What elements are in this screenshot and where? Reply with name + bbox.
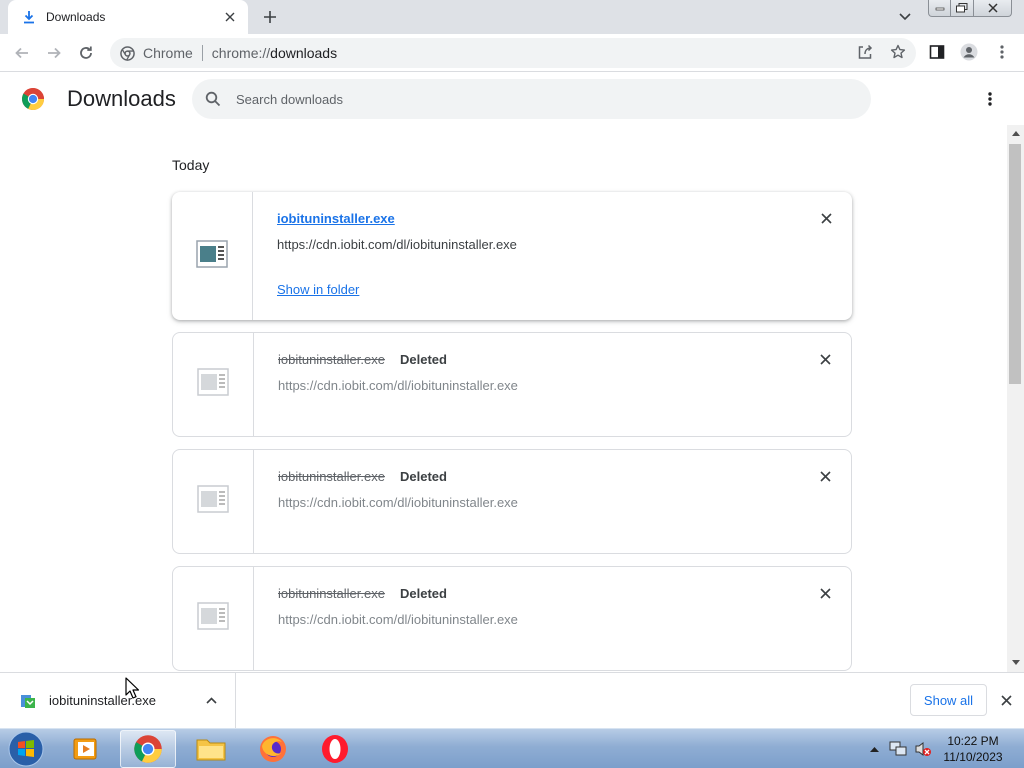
- tray-expand-arrow-icon[interactable]: [868, 743, 880, 755]
- downloads-list: Today iobituninstaller.exe https://cdn.i…: [0, 125, 1007, 672]
- tab-title: Downloads: [46, 10, 106, 24]
- file-name: iobituninstaller.exe: [278, 586, 385, 601]
- file-name: iobituninstaller.exe: [278, 352, 385, 367]
- shelf-close-icon[interactable]: [998, 692, 1014, 708]
- download-item: iobituninstaller.exe Deleted https://cdn…: [172, 332, 852, 437]
- download-item: iobituninstaller.exe https://cdn.iobit.c…: [172, 192, 852, 320]
- remove-item-close-icon[interactable]: [818, 210, 834, 226]
- file-icon-column: [173, 567, 254, 670]
- tab-close-icon[interactable]: [222, 9, 238, 25]
- file-name-link[interactable]: iobituninstaller.exe: [277, 211, 395, 226]
- volume-muted-tray-icon[interactable]: [914, 740, 932, 758]
- taskbar-clock[interactable]: 10:22 PM 11/10/2023: [940, 733, 1006, 765]
- side-panel-icon[interactable]: [928, 43, 946, 61]
- restore-button[interactable]: [951, 0, 974, 17]
- remove-item-close-icon[interactable]: [817, 585, 833, 601]
- taskbar-chrome-icon[interactable]: [120, 730, 176, 768]
- tab-downloads[interactable]: Downloads: [8, 0, 248, 34]
- file-url: https://cdn.iobit.com/dl/iobituninstalle…: [278, 612, 518, 627]
- file-name: iobituninstaller.exe: [278, 469, 385, 484]
- mouse-cursor-icon: [125, 677, 140, 699]
- browser-toolbar: Chrome chrome:// downloads: [0, 34, 1024, 72]
- remove-item-close-icon[interactable]: [817, 468, 833, 484]
- status-label: Deleted: [400, 352, 447, 367]
- file-icon: [197, 485, 229, 518]
- download-icon: [22, 10, 36, 24]
- url-scheme: chrome://: [211, 45, 271, 61]
- date-section-title: Today: [172, 157, 210, 173]
- page-chip-label: Chrome: [143, 45, 193, 61]
- search-downloads-box[interactable]: [192, 79, 871, 119]
- file-icon: [197, 602, 229, 635]
- vertical-scrollbar[interactable]: [1007, 125, 1024, 672]
- file-icon-column: [173, 333, 254, 436]
- chrome-logo-icon: [21, 87, 45, 111]
- clock-time: 10:22 PM: [947, 734, 999, 748]
- windows-taskbar: 10:22 PM 11/10/2023: [0, 728, 1024, 768]
- taskbar-media-player-icon[interactable]: [58, 730, 114, 768]
- remove-item-close-icon[interactable]: [817, 351, 833, 367]
- chrome-page-icon: [119, 45, 135, 61]
- url-host: downloads: [270, 45, 338, 61]
- scroll-up-arrow-icon[interactable]: [1007, 127, 1024, 139]
- show-all-button[interactable]: Show all: [910, 684, 987, 716]
- download-item: iobituninstaller.exe Deleted https://cdn…: [172, 566, 852, 671]
- network-tray-icon[interactable]: [889, 740, 907, 758]
- file-url: https://cdn.iobit.com/dl/iobituninstalle…: [278, 495, 518, 510]
- forward-button[interactable]: [43, 42, 65, 64]
- file-icon-column: [172, 192, 253, 320]
- start-button-windows-icon[interactable]: [6, 730, 46, 768]
- search-input[interactable]: [236, 91, 796, 107]
- taskbar-opera-icon[interactable]: [307, 730, 363, 768]
- show-in-folder-link[interactable]: Show in folder: [277, 282, 359, 297]
- back-button[interactable]: [11, 42, 33, 64]
- status-label: Deleted: [400, 469, 447, 484]
- window-close-button[interactable]: [974, 0, 1012, 17]
- file-icon-column: [173, 450, 254, 553]
- window-controls: [928, 0, 1012, 18]
- file-url: https://cdn.iobit.com/dl/iobituninstalle…: [277, 237, 517, 252]
- browser-menu-icon[interactable]: [993, 43, 1011, 61]
- shelf-download-item[interactable]: iobituninstaller.exe: [0, 673, 236, 728]
- scroll-down-arrow-icon[interactable]: [1007, 656, 1024, 668]
- installer-file-icon: [20, 693, 36, 709]
- share-icon[interactable]: [856, 43, 874, 61]
- new-tab-button[interactable]: [260, 7, 280, 27]
- reload-button[interactable]: [75, 42, 97, 64]
- chevron-up-icon[interactable]: [203, 693, 219, 709]
- tab-search-chevron-icon[interactable]: [896, 8, 914, 26]
- download-shelf: iobituninstaller.exe Show all: [0, 672, 1024, 728]
- minimize-button[interactable]: [928, 0, 951, 17]
- downloads-menu-icon[interactable]: [980, 89, 1000, 109]
- tab-strip: Downloads: [0, 0, 1024, 34]
- profile-avatar-icon[interactable]: [960, 43, 978, 61]
- scrollbar-thumb[interactable]: [1009, 144, 1021, 384]
- downloads-header: Downloads: [0, 73, 1024, 125]
- search-icon: [204, 90, 222, 108]
- download-item: iobituninstaller.exe Deleted https://cdn…: [172, 449, 852, 554]
- clock-date: 11/10/2023: [943, 750, 1003, 764]
- taskbar-file-explorer-icon[interactable]: [183, 730, 239, 768]
- omnibox-divider: [201, 45, 203, 61]
- file-url: https://cdn.iobit.com/dl/iobituninstalle…: [278, 378, 518, 393]
- bookmark-star-icon[interactable]: [889, 43, 907, 61]
- status-label: Deleted: [400, 586, 447, 601]
- file-icon: [196, 239, 228, 273]
- page-title: Downloads: [67, 86, 176, 111]
- file-icon: [197, 368, 229, 401]
- address-bar[interactable]: Chrome chrome:// downloads: [110, 38, 916, 68]
- taskbar-firefox-icon[interactable]: [245, 730, 301, 768]
